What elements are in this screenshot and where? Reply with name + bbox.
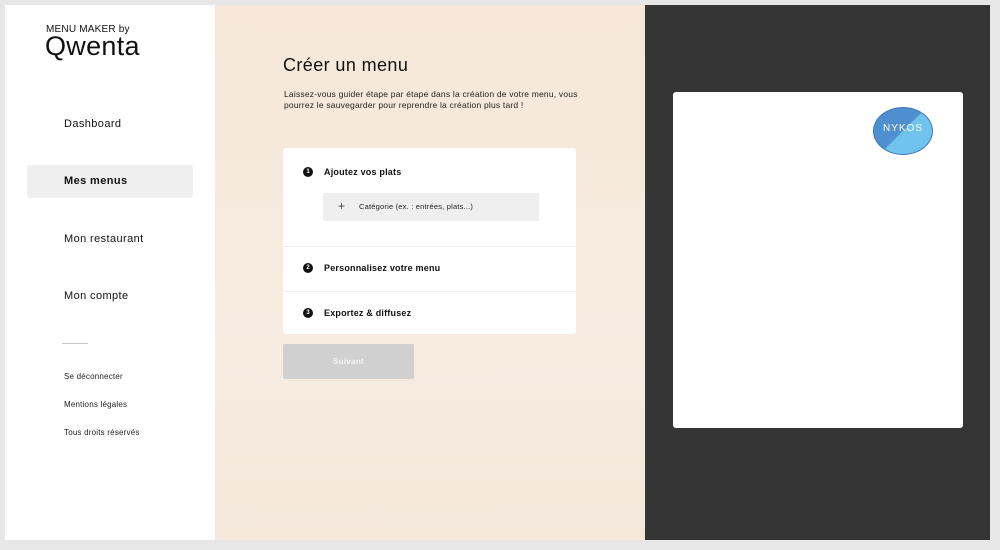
step-label-3: Exportez & diffusez	[324, 308, 412, 318]
steps-card: 1 Ajoutez vos plats + Catégorie (ex. : e…	[283, 148, 576, 334]
menu-preview-panel: NYKOS	[645, 5, 990, 540]
brand-logo[interactable]: Qwenta	[45, 31, 140, 61]
legal-link[interactable]: Mentions légales	[64, 400, 127, 409]
step-number-3: 3	[303, 308, 313, 318]
sidebar-item-mon-compte[interactable]: Mon compte	[27, 280, 193, 313]
sidebar: MENU MAKER by Qwenta Dashboard Mes menus…	[5, 5, 215, 540]
step-label-1: Ajoutez vos plats	[324, 167, 402, 177]
step-3[interactable]: 3 Exportez & diffusez	[283, 292, 576, 334]
rights-text: Tous droits réservés	[64, 428, 140, 437]
step-number-1: 1	[303, 167, 313, 177]
add-category-label: Catégorie (ex. : entrées, plats...)	[359, 202, 474, 211]
menu-preview-sheet: NYKOS	[673, 92, 963, 428]
next-button[interactable]: Suivant	[283, 344, 414, 379]
page-title: Créer un menu	[283, 55, 409, 75]
restaurant-logo: NYKOS	[873, 107, 933, 155]
sidebar-item-dashboard[interactable]: Dashboard	[27, 108, 193, 141]
step-number-2: 2	[303, 263, 313, 273]
restaurant-logo-text: NYKOS	[882, 123, 923, 134]
sidebar-item-mon-restaurant[interactable]: Mon restaurant	[27, 223, 193, 256]
logout-link[interactable]: Se déconnecter	[64, 372, 123, 381]
sidebar-divider	[62, 343, 88, 344]
step-1[interactable]: 1 Ajoutez vos plats + Catégorie (ex. : e…	[283, 148, 576, 246]
main-panel: Créer un menu Laissez-vous guider étape …	[215, 5, 645, 540]
plus-icon: +	[338, 199, 346, 213]
app-window: MENU MAKER by Qwenta Dashboard Mes menus…	[5, 5, 990, 540]
sidebar-item-mes-menus[interactable]: Mes menus	[27, 165, 193, 198]
intro-text: Laissez-vous guider étape par étape dans…	[284, 89, 578, 110]
step-label-2: Personnalisez votre menu	[324, 263, 441, 273]
step-2[interactable]: 2 Personnalisez votre menu	[283, 247, 576, 292]
add-category-button[interactable]: + Catégorie (ex. : entrées, plats...)	[323, 193, 539, 221]
